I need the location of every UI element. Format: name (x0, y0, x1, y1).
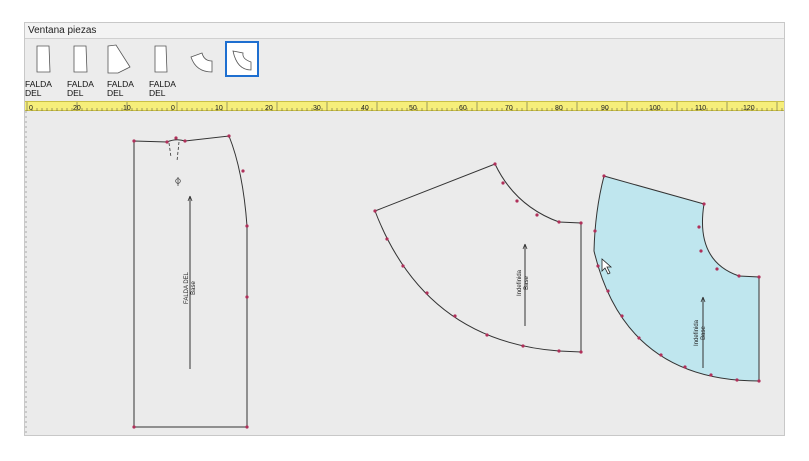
pieces-window: Ventana piezas FALDA DEL FALDA DEL FALDA… (24, 22, 785, 436)
circle-skirt-piece[interactable] (374, 163, 582, 353)
control-point[interactable] (425, 291, 429, 295)
thumbnail-label-2: FALDA DEL (67, 80, 94, 97)
pattern-canvas[interactable]: FALDA DEL Base Indefinida Base Indefinid… (25, 111, 784, 435)
control-point[interactable] (637, 336, 641, 340)
control-point[interactable] (602, 174, 606, 178)
control-point[interactable] (735, 378, 739, 382)
thumbnail-piece-5[interactable] (186, 41, 220, 77)
thumbnail-label-1: FALDA DEL (25, 80, 52, 97)
front-skirt-piece-icon (36, 45, 51, 73)
control-point[interactable] (132, 425, 136, 429)
control-point[interactable] (401, 264, 405, 268)
control-point[interactable] (606, 289, 610, 293)
piece-3-name: Indefinida (694, 319, 700, 346)
control-point[interactable] (485, 333, 489, 337)
control-point[interactable] (501, 181, 505, 185)
horizontal-ruler: 0 20 10 0 10 20 30 40 50 60 70 80 90 100 110 120 (25, 101, 784, 112)
control-point[interactable] (557, 220, 561, 224)
piece-2-name: Indefinida (517, 269, 523, 296)
back-skirt-piece-icon (73, 45, 88, 73)
piece-1-name: FALDA DEL (184, 271, 190, 304)
thumbnail-piece-1[interactable] (27, 41, 61, 77)
thumbnail-piece-4[interactable] (145, 41, 179, 77)
control-point[interactable] (620, 314, 624, 318)
control-point[interactable] (579, 350, 583, 354)
control-point[interactable] (697, 225, 701, 229)
control-point[interactable] (515, 199, 519, 203)
control-point[interactable] (241, 169, 245, 173)
circle-skirt-piece-selected-icon (232, 50, 252, 71)
piece-3-subname: Base (701, 326, 707, 340)
control-point[interactable] (132, 139, 136, 143)
control-point[interactable] (757, 379, 761, 383)
thumbnail-label-3: FALDA DEL (107, 80, 134, 97)
control-point[interactable] (596, 264, 600, 268)
control-point[interactable] (557, 349, 561, 353)
thumbnail-piece-3[interactable] (100, 41, 134, 77)
window-title: Ventana piezas (25, 23, 784, 39)
control-point[interactable] (183, 139, 187, 143)
piece-1-subname: Base (191, 281, 197, 295)
control-point[interactable] (659, 353, 663, 357)
control-point[interactable] (715, 267, 719, 271)
control-point[interactable] (757, 275, 761, 279)
control-point[interactable] (245, 425, 249, 429)
control-point[interactable] (683, 365, 687, 369)
circle-skirt-piece-selected[interactable] (593, 175, 760, 382)
control-point[interactable] (579, 221, 583, 225)
control-point[interactable] (373, 209, 377, 213)
control-point[interactable] (521, 344, 525, 348)
control-point[interactable] (702, 202, 706, 206)
circle-skirt-piece-icon (190, 52, 213, 73)
straight-skirt-piece-icon (154, 45, 168, 73)
thumbnail-piece-6-selected[interactable] (225, 41, 259, 77)
pattern-drawing: FALDA DEL Base Indefinida Base Indefinid… (25, 111, 761, 435)
piece-2-subname: Base (524, 276, 530, 290)
control-point[interactable] (699, 249, 703, 253)
flared-skirt-piece-icon (107, 44, 131, 74)
control-point[interactable] (493, 162, 497, 166)
control-point[interactable] (174, 136, 178, 140)
control-point[interactable] (737, 274, 741, 278)
thumbnail-label-4: FALDA DEL (149, 80, 176, 97)
control-point[interactable] (453, 314, 457, 318)
thumbnail-piece-2[interactable] (63, 41, 97, 77)
control-point[interactable] (245, 295, 249, 299)
control-point[interactable] (709, 373, 713, 377)
control-point[interactable] (535, 213, 539, 217)
control-point[interactable] (227, 134, 231, 138)
control-point[interactable] (245, 224, 249, 228)
control-point[interactable] (593, 229, 597, 233)
control-point[interactable] (165, 140, 169, 144)
piece-thumbnail-bar: FALDA DEL FALDA DEL FALDA DEL FALDA DEL (25, 39, 784, 101)
control-point[interactable] (385, 237, 389, 241)
